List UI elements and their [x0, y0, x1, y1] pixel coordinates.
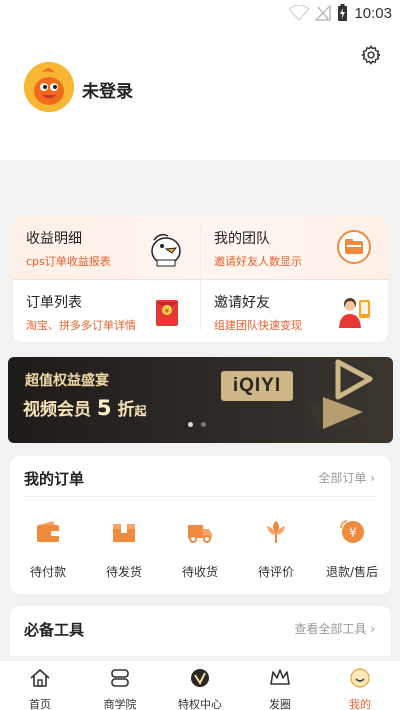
- smile-face-icon: [350, 668, 370, 688]
- nav-item-mine[interactable]: 我的: [320, 667, 400, 710]
- banner-headline: 超值权益盛宴: [25, 373, 109, 389]
- banner-offer-suffix: 折: [117, 400, 135, 420]
- banner-offer-tail: 起: [134, 404, 147, 418]
- nav-label: 特权中心: [178, 698, 222, 710]
- login-status-text[interactable]: 未登录: [82, 77, 133, 102]
- invite-friends-title: 邀请好友: [214, 295, 270, 311]
- order-status-label: 待发货: [105, 565, 142, 579]
- svg-text:¥: ¥: [165, 307, 170, 315]
- my-orders-card: 我的订单 全部订单 › 待付款 待发货 待收货 待评价 ¥ 退款/售后: [10, 456, 391, 594]
- refund-yen-icon: ¥: [340, 520, 364, 543]
- mascot-avatar[interactable]: [24, 62, 74, 112]
- banner-page-dot[interactable]: [201, 422, 206, 427]
- battery-charging-icon: [338, 4, 348, 21]
- nav-item-home[interactable]: 首页: [0, 667, 80, 710]
- school-icon: [111, 669, 129, 687]
- play-logo-decoration: [308, 359, 373, 429]
- folder-circle-icon: [337, 230, 371, 264]
- earnings-detail-title: 收益明细: [26, 231, 82, 247]
- home-icon: [30, 668, 50, 687]
- order-status-label: 退款/售后: [325, 565, 379, 579]
- truck-icon: [188, 525, 212, 543]
- flower-icon: [267, 521, 285, 543]
- invite-friends-entry[interactable]: 邀请好友 组建团队快速变现: [201, 280, 388, 342]
- earnings-detail-entry[interactable]: 收益明细 cps订单收益报表: [13, 216, 200, 279]
- wifi-icon: [289, 5, 310, 21]
- order-status-label: 待收货: [181, 565, 218, 579]
- nav-item-privilege-center[interactable]: 特权中心: [160, 667, 240, 710]
- order-status-pending-payment[interactable]: 待付款: [10, 518, 86, 580]
- status-icons: 10:03: [289, 4, 392, 22]
- nav-label: 我的: [349, 698, 371, 710]
- earnings-detail-subtitle: cps订单收益报表: [26, 255, 111, 268]
- svg-text:¥: ¥: [349, 526, 357, 540]
- banner-offer-prefix: 视频会员: [23, 400, 91, 420]
- invite-friends-subtitle: 组建团队快速变现: [214, 319, 302, 332]
- essential-tools-card: 必备工具 查看全部工具 ›: [10, 606, 391, 656]
- bottom-nav: 首页 商学院 特权中心 发圈 我的: [0, 660, 400, 710]
- order-status-pending-receipt[interactable]: 待收货: [162, 518, 238, 580]
- essential-tools-title: 必备工具: [24, 621, 85, 639]
- crown-icon: [270, 669, 290, 685]
- order-list-title: 订单列表: [26, 295, 82, 311]
- banner-offer: 视频会员 5 折起: [23, 395, 146, 420]
- nav-item-moments[interactable]: 发圈: [240, 667, 320, 710]
- order-status-pending-shipment[interactable]: 待发货: [86, 518, 162, 580]
- nav-label: 发圈: [269, 698, 291, 710]
- profile-header: 未登录: [0, 28, 400, 160]
- order-status-refund[interactable]: ¥ 退款/售后: [314, 518, 390, 580]
- divider: [24, 496, 377, 497]
- my-team-entry[interactable]: 我的团队 邀请好友人数显示: [201, 216, 388, 279]
- feature-grid: 收益明细 cps订单收益报表 我的团队 邀请好友人数显示 订单列表 淘宝、拼多多…: [13, 216, 388, 342]
- order-status-pending-review[interactable]: 待评价: [238, 518, 314, 580]
- order-list-entry[interactable]: 订单列表 淘宝、拼多多订单详情 ¥: [13, 280, 200, 342]
- signal-icon: [315, 5, 332, 21]
- banner-page-dot[interactable]: [188, 422, 193, 427]
- status-bar: 10:03: [0, 0, 400, 28]
- my-team-title: 我的团队: [214, 231, 270, 247]
- nav-item-school[interactable]: 商学院: [80, 667, 160, 710]
- red-envelope-yen-icon: ¥: [156, 300, 178, 326]
- vip-badge-icon: [191, 669, 209, 687]
- all-tools-link[interactable]: 查看全部工具 ›: [294, 620, 375, 637]
- nav-label: 商学院: [103, 698, 137, 710]
- person-phone-icon: [339, 298, 370, 328]
- banner-offer-number: 5: [96, 396, 112, 420]
- video-vip-banner[interactable]: 超值权益盛宴 视频会员 5 折起 iQIYI: [8, 357, 393, 443]
- iqiyi-logo: iQIYI: [221, 371, 293, 401]
- my-orders-title: 我的订单: [24, 470, 85, 488]
- order-status-label: 待付款: [29, 565, 66, 579]
- status-time: 10:03: [354, 4, 392, 22]
- order-status-label: 待评价: [257, 565, 294, 579]
- order-list-subtitle: 淘宝、拼多多订单详情: [26, 319, 136, 332]
- mascot-avatar-image: [24, 62, 74, 112]
- settings-gear-icon[interactable]: [360, 44, 382, 66]
- my-team-subtitle: 邀请好友人数显示: [214, 255, 302, 268]
- all-orders-link[interactable]: 全部订单 ›: [318, 469, 375, 486]
- box-icon: [113, 524, 135, 542]
- nav-label: 首页: [29, 698, 51, 710]
- duck-mascot-icon: [151, 233, 181, 267]
- banner-pagination: [188, 422, 206, 427]
- wallet-icon: [37, 521, 59, 542]
